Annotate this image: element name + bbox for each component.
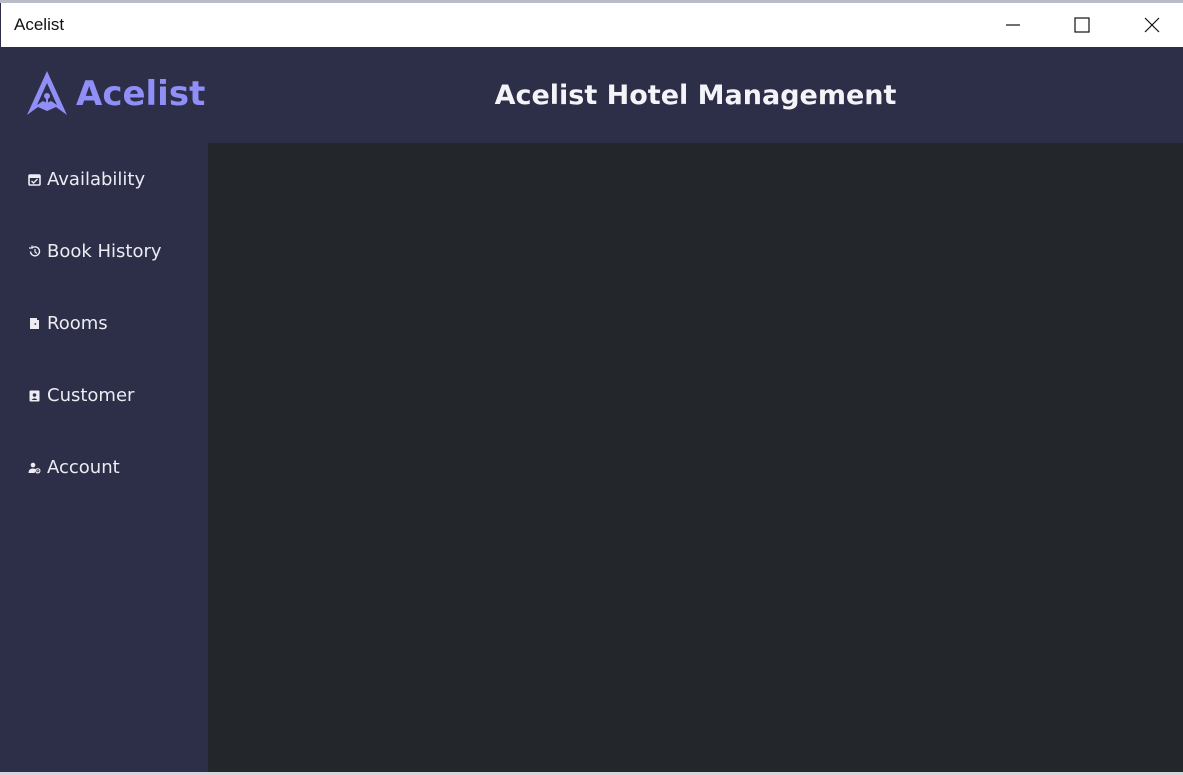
window-title: Acelist	[14, 15, 65, 34]
calendar-check-icon	[27, 172, 41, 186]
sidebar-item-account[interactable]: Account	[2, 431, 208, 503]
maximize-button[interactable]	[1047, 3, 1117, 47]
app-window: Acelist Acelist Acelist Hotel Management…	[0, 0, 1183, 775]
page-title: Acelist Hotel Management	[494, 79, 897, 111]
minimize-icon	[1006, 24, 1020, 26]
door-icon	[27, 316, 41, 330]
sidebar-item-book-history[interactable]: Book History	[2, 215, 208, 287]
sidebar-item-label: Account	[47, 456, 120, 478]
close-button[interactable]	[1117, 3, 1183, 47]
acelist-logo-icon	[27, 71, 67, 115]
app-body: Acelist Acelist Hotel Management Availab…	[2, 47, 1183, 772]
history-icon	[27, 244, 41, 258]
minimize-button[interactable]	[978, 3, 1048, 47]
sidebar-item-availability[interactable]: Availability	[2, 143, 208, 215]
sidebar-item-rooms[interactable]: Rooms	[2, 287, 208, 359]
sidebar-item-label: Rooms	[47, 312, 108, 334]
sidebar-item-label: Availability	[47, 168, 146, 190]
main-content-area	[208, 143, 1183, 772]
sidebar-item-label: Customer	[47, 384, 135, 406]
sidebar-item-label: Book History	[47, 240, 162, 262]
contact-badge-icon	[27, 388, 41, 402]
app-header: Acelist Acelist Hotel Management	[2, 47, 1183, 143]
maximize-icon	[1074, 17, 1090, 33]
sidebar: Availability Book History Rooms Customer…	[2, 143, 208, 772]
app-logo[interactable]: Acelist	[25, 69, 205, 119]
sidebar-item-customer[interactable]: Customer	[2, 359, 208, 431]
user-gear-icon	[27, 460, 41, 474]
title-bar[interactable]: Acelist	[1, 3, 1183, 47]
close-icon	[1144, 17, 1160, 33]
logo-text: Acelist	[76, 74, 206, 114]
